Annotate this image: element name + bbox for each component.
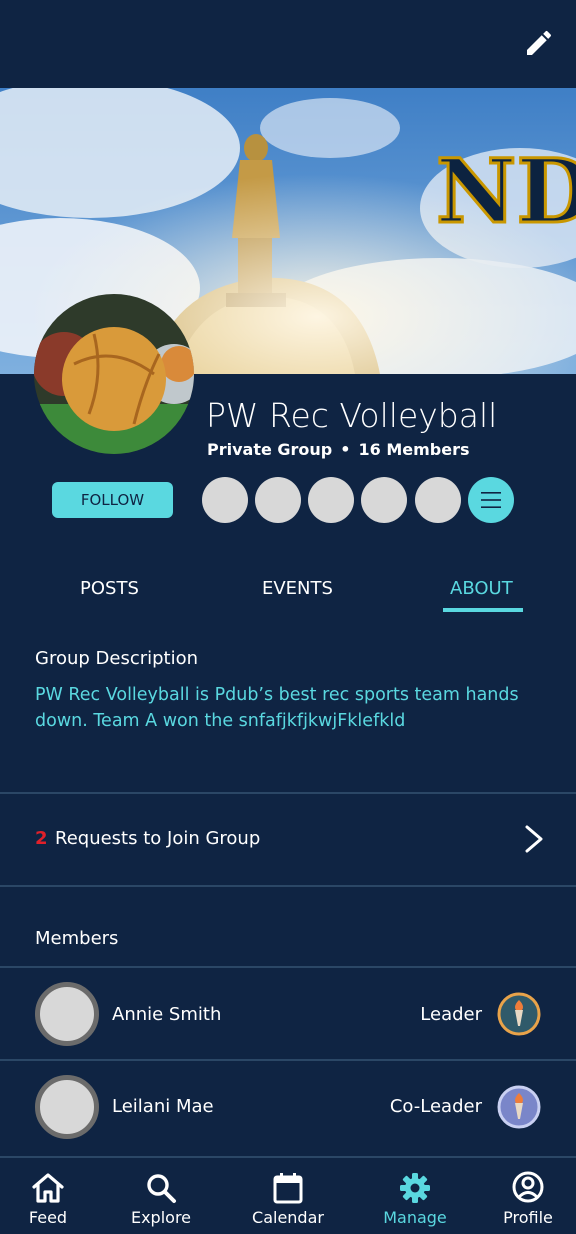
nav-explore[interactable]: Explore — [111, 1158, 211, 1234]
follow-button[interactable]: FOLLOW — [52, 482, 173, 518]
member-name: Leilani Mae — [112, 1096, 214, 1117]
notre-dame-logo: ND — [435, 138, 576, 245]
edit-button[interactable] — [520, 24, 558, 62]
top-bar — [0, 0, 576, 88]
group-member-count: 16 Members — [358, 440, 470, 459]
member-preview-avatar[interactable] — [202, 477, 248, 523]
group-avatar — [34, 294, 194, 454]
nav-label: Manage — [383, 1208, 447, 1227]
member-role: Leader — [420, 1004, 482, 1025]
nav-label: Explore — [130, 1208, 192, 1227]
member-role: Co-Leader — [389, 1096, 482, 1117]
bottom-nav: Feed Explore Calendar Manage Profile — [0, 1156, 576, 1234]
avatar — [35, 982, 99, 1046]
nav-feed[interactable]: Feed — [0, 1158, 98, 1234]
pencil-icon — [527, 30, 552, 55]
member-preview-avatar[interactable] — [308, 477, 354, 523]
join-requests-row[interactable]: 2 Requests to Join Group — [0, 794, 576, 886]
tab-events[interactable]: EVENTS — [262, 578, 333, 599]
search-icon — [147, 1174, 176, 1203]
svg-text:ND: ND — [436, 139, 576, 243]
group-tabs: POSTS EVENTS ABOUT — [0, 572, 576, 614]
home-icon — [32, 1173, 64, 1203]
member-name: Annie Smith — [112, 1004, 222, 1025]
description-title: Group Description — [35, 648, 199, 669]
member-preview-avatar[interactable] — [415, 477, 461, 523]
nav-label: Feed — [28, 1208, 68, 1227]
member-row[interactable]: Annie Smith Leader — [0, 968, 576, 1060]
nav-calendar[interactable]: Calendar — [238, 1158, 338, 1234]
menu-icon — [481, 492, 501, 508]
nav-label: Profile — [503, 1208, 553, 1227]
torch-badge-icon — [497, 992, 541, 1036]
gear-icon — [400, 1173, 430, 1203]
description-text: PW Rec Volleyball is Pdub’s best rec spo… — [35, 685, 519, 731]
more-members-button[interactable] — [468, 477, 514, 523]
member-row[interactable]: Leilani Mae Co-Leader — [0, 1061, 576, 1153]
nav-manage[interactable]: Manage — [365, 1158, 465, 1234]
calendar-icon — [273, 1173, 303, 1204]
tab-about[interactable]: ABOUT — [450, 578, 513, 599]
group-privacy: Private Group — [207, 440, 333, 459]
group-name: PW Rec Volleyball — [206, 396, 498, 435]
requests-label: Requests to Join Group — [55, 828, 261, 849]
divider — [0, 885, 576, 887]
member-preview-avatar[interactable] — [361, 477, 407, 523]
members-title: Members — [35, 928, 119, 949]
profile-icon — [512, 1171, 544, 1203]
nav-label: Calendar — [252, 1208, 324, 1227]
active-tab-indicator — [443, 608, 523, 612]
member-preview-avatar[interactable] — [255, 477, 301, 523]
tab-posts[interactable]: POSTS — [80, 578, 139, 599]
torch-badge-icon — [497, 1085, 541, 1129]
nav-profile[interactable]: Profile — [478, 1158, 576, 1234]
meta-separator: • — [340, 440, 351, 459]
avatar — [35, 1075, 99, 1139]
requests-count: 2 — [35, 828, 48, 849]
group-meta: Private Group • 16 Members — [207, 440, 470, 459]
about-content[interactable]: Group Description PW Rec Volleyball is P… — [0, 614, 576, 1156]
chevron-right-icon — [525, 825, 543, 853]
